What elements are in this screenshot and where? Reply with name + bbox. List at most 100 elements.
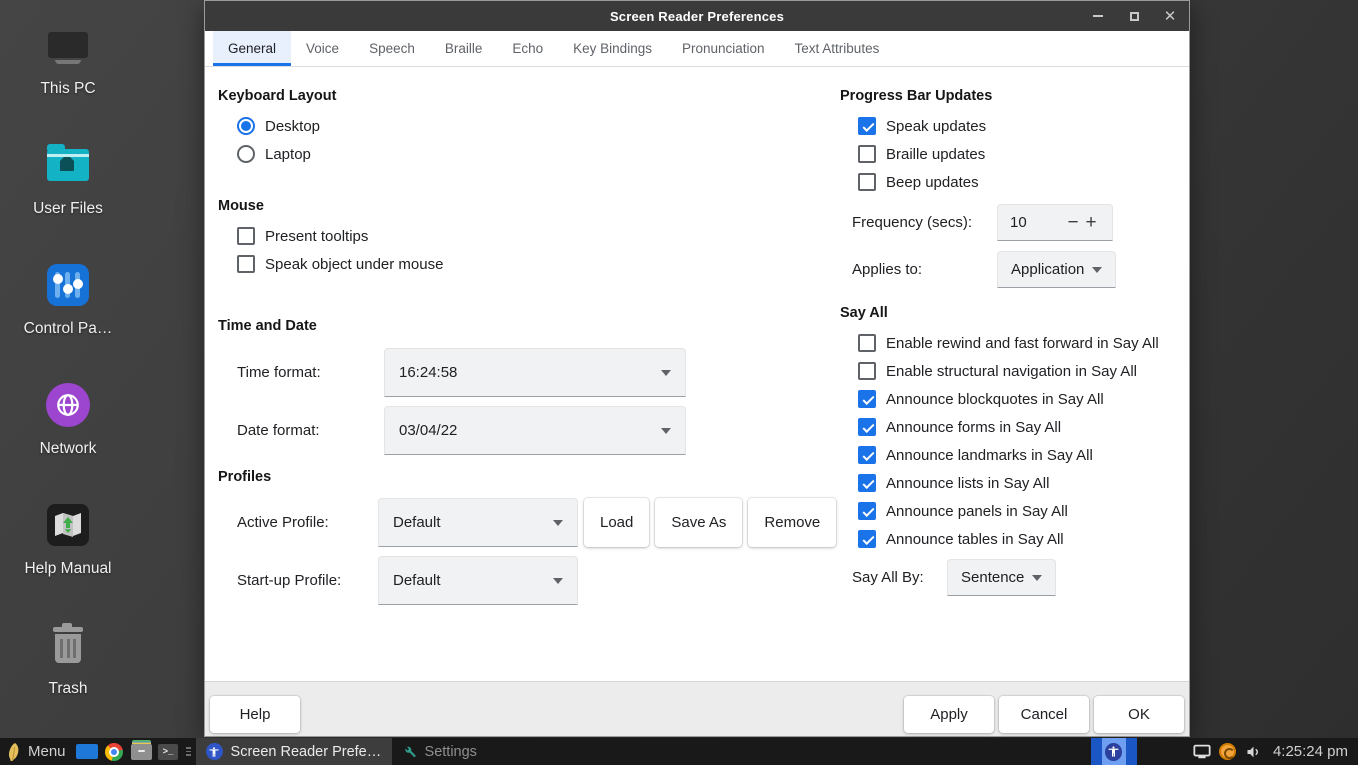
terminal-icon: >_ [158,744,178,760]
decrement-button[interactable]: − [1064,213,1082,232]
say-all-by-dropdown[interactable]: Sentence [947,559,1056,596]
checkbox-row-speak-object[interactable]: Speak object under mouse [237,250,838,278]
checkbox-row-present-tooltips[interactable]: Present tooltips [237,222,838,250]
checkbox-row-panels[interactable]: Announce panels in Say All [858,497,1185,525]
date-format-dropdown[interactable]: 03/04/22 [384,406,686,455]
desktop-radio[interactable] [237,117,255,135]
date-format-value: 03/04/22 [399,422,457,439]
minimize-button[interactable] [1091,9,1105,23]
applies-to-value: Application [1011,261,1084,278]
desktop-background: This PC User Files Control Pa… Network H… [0,0,1358,765]
active-profile-dropdown[interactable]: Default [378,498,578,547]
applies-to-dropdown[interactable]: Application [997,251,1116,288]
landmarks-checkbox[interactable] [858,446,876,464]
forms-checkbox[interactable] [858,418,876,436]
blockquotes-checkbox[interactable] [858,390,876,408]
present-tooltips-checkbox[interactable] [237,227,255,245]
tab-speech[interactable]: Speech [354,31,430,66]
checkbox-row-braille-updates[interactable]: Braille updates [858,140,1185,168]
radio-label: Desktop [265,118,320,135]
tab-echo[interactable]: Echo [497,31,558,66]
speak-object-checkbox[interactable] [237,255,255,273]
desktop-icon-help-manual[interactable]: Help Manual [14,496,122,616]
frequency-spinner[interactable]: 10 − + [997,204,1113,241]
checkbox-row-forms[interactable]: Announce forms in Say All [858,413,1185,441]
globe-icon [45,382,91,428]
speak-updates-checkbox[interactable] [858,117,876,135]
frequency-value: 10 [1010,214,1064,231]
frequency-row: Frequency (secs): 10 − + [852,204,1185,241]
radio-row-laptop[interactable]: Laptop [237,140,838,168]
apply-button[interactable]: Apply [904,696,994,733]
desktop-icon-control-panel[interactable]: Control Pa… [14,256,122,376]
help-button[interactable]: Help [210,696,300,733]
window-list-handle[interactable] [184,738,194,765]
tab-pronunciation[interactable]: Pronunciation [667,31,780,66]
close-button[interactable]: ✕ [1163,9,1177,23]
structural-nav-checkbox[interactable] [858,362,876,380]
tab-braille[interactable]: Braille [430,31,498,66]
desktop-icon-user-files[interactable]: User Files [14,136,122,256]
checkbox-label: Speak updates [886,118,986,135]
display-tray-icon[interactable] [1189,738,1215,765]
chevron-down-icon [661,428,671,434]
task-label: Screen Reader Prefer… [231,744,382,760]
menu-button[interactable]: Menu [0,738,74,765]
braille-updates-checkbox[interactable] [858,145,876,163]
checkbox-row-beep-updates[interactable]: Beep updates [858,168,1185,196]
maximize-button[interactable] [1127,9,1141,23]
desktop-icon-this-pc[interactable]: This PC [14,16,122,136]
cancel-button[interactable]: Cancel [999,696,1089,733]
rewind-checkbox[interactable] [858,334,876,352]
screen-reader-preferences-window: Screen Reader Preferences ✕ General Voic… [204,0,1190,737]
window-title: Screen Reader Preferences [205,9,1189,24]
chevron-down-icon [661,370,671,376]
applies-to-row: Applies to: Application [852,251,1185,288]
volume-tray-icon[interactable] [1241,738,1267,765]
ok-button[interactable]: OK [1094,696,1184,733]
beep-updates-checkbox[interactable] [858,173,876,191]
checkbox-row-lists[interactable]: Announce lists in Say All [858,469,1185,497]
desktop-icon-label: User Files [33,200,103,218]
checkbox-label: Beep updates [886,174,979,191]
clock[interactable]: 4:25:24 pm [1267,743,1358,760]
browser-launcher[interactable] [101,738,128,765]
show-desktop-button[interactable] [74,738,101,765]
task-screen-reader-preferences[interactable]: Screen Reader Prefer… [196,738,392,765]
load-button[interactable]: Load [584,498,649,547]
checkbox-row-blockquotes[interactable]: Announce blockquotes in Say All [858,385,1185,413]
time-format-dropdown[interactable]: 16:24:58 [384,348,686,397]
tables-checkbox[interactable] [858,530,876,548]
checkbox-row-structural-nav[interactable]: Enable structural navigation in Say All [858,357,1185,385]
tab-voice[interactable]: Voice [291,31,354,66]
panels-checkbox[interactable] [858,502,876,520]
tab-text-attributes[interactable]: Text Attributes [780,31,895,66]
save-as-button[interactable]: Save As [655,498,742,547]
time-format-row: Time format: 16:24:58 [237,348,838,397]
tab-general[interactable]: General [213,31,291,66]
wrench-icon [402,744,417,759]
file-manager-launcher[interactable] [128,738,155,765]
checkbox-row-tables[interactable]: Announce tables in Say All [858,525,1185,553]
desktop-icon-trash[interactable]: Trash [14,616,122,736]
time-format-label: Time format: [237,364,384,381]
remove-button[interactable]: Remove [748,498,836,547]
increment-button[interactable]: + [1082,213,1100,232]
lists-checkbox[interactable] [858,474,876,492]
tray-accessibility-button[interactable] [1091,738,1137,765]
checkbox-row-rewind[interactable]: Enable rewind and fast forward in Say Al… [858,329,1185,357]
startup-profile-dropdown[interactable]: Default [378,556,578,605]
task-settings[interactable]: Settings [392,738,487,765]
checkbox-row-landmarks[interactable]: Announce landmarks in Say All [858,441,1185,469]
window-titlebar[interactable]: Screen Reader Preferences ✕ [205,1,1189,31]
updates-tray-icon[interactable] [1215,738,1241,765]
terminal-launcher[interactable]: >_ [155,738,182,765]
desktop-icon-network[interactable]: Network [14,376,122,496]
keyboard-layout-heading: Keyboard Layout [218,88,838,104]
tab-key-bindings[interactable]: Key Bindings [558,31,667,66]
active-profile-label: Active Profile: [237,514,378,531]
radio-row-desktop[interactable]: Desktop [237,112,838,140]
mouse-heading: Mouse [218,198,838,214]
checkbox-row-speak-updates[interactable]: Speak updates [858,112,1185,140]
laptop-radio[interactable] [237,145,255,163]
